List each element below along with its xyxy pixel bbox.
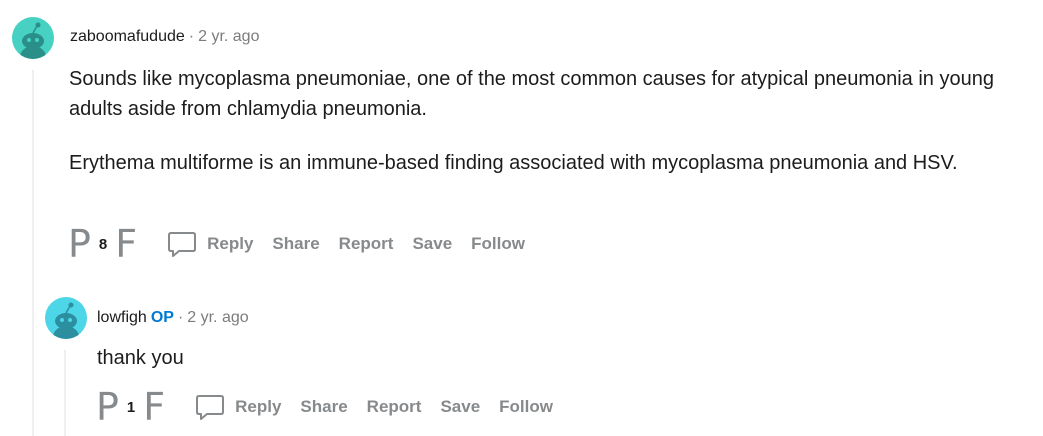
comment-actions: P 1 F Reply Share Report Save Follow [96,387,553,427]
reply-button[interactable]: Reply [167,230,253,258]
speech-bubble-icon [168,232,197,257]
downvote-button[interactable]: F [115,225,137,263]
thread-line[interactable] [32,70,34,436]
comment-paragraph: Erythema multiforme is an immune-based f… [69,152,958,174]
avatar[interactable] [12,17,54,59]
save-button[interactable]: Save [412,234,452,254]
username[interactable]: zaboomafudude [70,28,185,45]
vote-score: 1 [126,398,136,416]
comment-actions: P 8 F Reply Share Report Save Follow [68,224,525,264]
vote-score: 8 [98,235,108,253]
separator: · [177,309,184,326]
upvote-button[interactable]: P [96,388,119,426]
reply-label: Reply [235,397,282,416]
timestamp[interactable]: 2 yr. ago [198,28,259,45]
op-badge: OP [150,309,174,326]
report-button[interactable]: Report [339,234,394,254]
comment-meta: zaboomafudude · 2 yr. ago [70,28,259,46]
comment-meta: lowfigh OP · 2 yr. ago [97,309,249,327]
separator: · [188,28,195,45]
report-button[interactable]: Report [367,397,422,417]
follow-button[interactable]: Follow [471,234,525,254]
downvote-button[interactable]: F [143,388,165,426]
comment-paragraph: thank you [97,347,184,369]
thread-line[interactable] [64,350,66,436]
timestamp[interactable]: 2 yr. ago [187,309,248,326]
username[interactable]: lowfigh [97,309,147,326]
reply-button[interactable]: Reply [195,393,281,421]
speech-bubble-icon [196,395,225,420]
avatar[interactable] [45,297,87,339]
snoo-icon [20,22,46,59]
comment-body: Sounds like mycoplasma pneumoniae, one o… [69,64,1019,202]
follow-button[interactable]: Follow [499,397,553,417]
reply-label: Reply [207,234,254,253]
share-button[interactable]: Share [300,397,347,417]
snoo-icon [53,302,79,339]
upvote-button[interactable]: P [68,225,91,263]
save-button[interactable]: Save [440,397,480,417]
comment-paragraph: Sounds like mycoplasma pneumoniae, one o… [69,68,994,120]
share-button[interactable]: Share [272,234,319,254]
